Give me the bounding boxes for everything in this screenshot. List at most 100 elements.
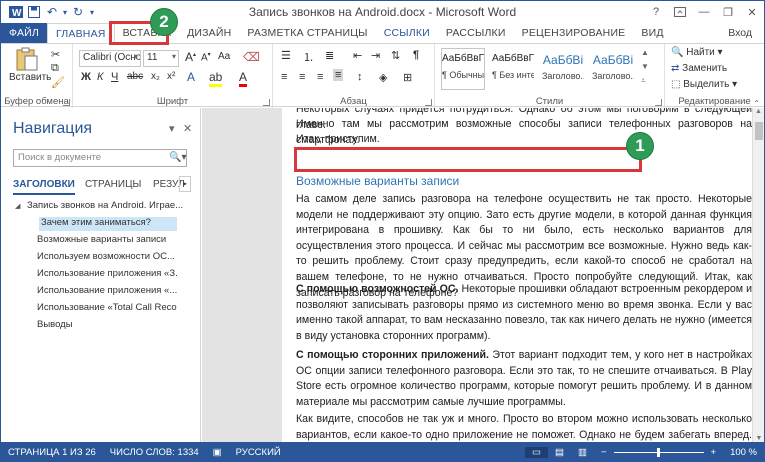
- shading-icon[interactable]: ◈: [379, 71, 387, 84]
- minimize-button[interactable]: —: [692, 1, 716, 23]
- font-name-box[interactable]: Calibri (Осно: [79, 50, 141, 67]
- align-center-icon[interactable]: ≡: [299, 71, 305, 83]
- tab-design[interactable]: ДИЗАЙН: [179, 23, 239, 43]
- sort-icon[interactable]: ⇅: [391, 49, 400, 62]
- tab-review[interactable]: РЕЦЕНЗИРОВАНИЕ: [514, 23, 634, 43]
- clipboard-group-label: Буфер обмена: [4, 96, 69, 107]
- paste-button[interactable]: Вставить: [9, 46, 51, 86]
- grow-font-button[interactable]: A▴: [185, 50, 196, 64]
- multilevel-list-icon[interactable]: ≣: [325, 49, 334, 62]
- shrink-font-button[interactable]: A▾: [201, 51, 211, 63]
- subscript-icon[interactable]: x₂: [151, 71, 160, 82]
- restore-button[interactable]: ❐: [716, 1, 740, 23]
- tab-home[interactable]: ГЛАВНАЯ: [47, 23, 115, 44]
- nav-heading-item[interactable]: Выводы: [37, 319, 177, 333]
- clear-formatting-icon[interactable]: ⌫: [243, 50, 260, 64]
- format-painter-icon[interactable]: 🖌: [51, 76, 65, 89]
- nav-heading-item[interactable]: Использование приложения «...: [37, 285, 177, 299]
- scroll-thumb[interactable]: [755, 122, 763, 140]
- cut-icon[interactable]: ✂: [51, 48, 60, 61]
- highlight-icon[interactable]: ab: [209, 70, 223, 87]
- numbering-icon[interactable]: ⒈: [303, 49, 314, 65]
- print-layout-icon[interactable]: ▤: [548, 447, 571, 458]
- italic-button[interactable]: К: [97, 71, 103, 83]
- strikethrough-icon[interactable]: abc: [127, 71, 143, 82]
- align-left-icon[interactable]: ≡: [281, 71, 287, 83]
- tab-references[interactable]: ССЫЛКИ: [376, 23, 438, 43]
- zoom-thumb[interactable]: [656, 447, 660, 457]
- increase-indent-icon[interactable]: ⇥: [371, 49, 380, 62]
- clipboard-launcher-icon[interactable]: [63, 99, 70, 106]
- styles-scroll-down-icon[interactable]: ▼: [641, 62, 649, 71]
- tab-view[interactable]: ВИД: [633, 23, 671, 43]
- collapse-arrow-icon[interactable]: ◢: [15, 202, 20, 210]
- align-right-icon[interactable]: ≡: [317, 71, 323, 83]
- tab-mailings[interactable]: РАССЫЛКИ: [438, 23, 514, 43]
- redo-icon[interactable]: ↻: [69, 3, 87, 21]
- underline-button[interactable]: Ч: [111, 71, 118, 83]
- change-case-button[interactable]: Aa: [218, 51, 230, 62]
- page-count[interactable]: СТРАНИЦА 1 ИЗ 26: [1, 447, 103, 458]
- web-layout-icon[interactable]: ▥: [571, 447, 594, 458]
- bullets-icon[interactable]: ☰: [281, 49, 291, 62]
- nav-heading-item[interactable]: Возможные варианты записи: [37, 234, 177, 248]
- ribbon-display-options-icon[interactable]: [668, 1, 692, 23]
- save-icon[interactable]: [25, 3, 43, 21]
- customize-qat-icon[interactable]: ▾: [87, 3, 97, 21]
- decrease-indent-icon[interactable]: ⇤: [353, 49, 362, 62]
- text-effects-icon[interactable]: A: [187, 70, 195, 84]
- scroll-down-icon[interactable]: ▼: [753, 435, 764, 442]
- paragraph-launcher-icon[interactable]: [425, 99, 432, 106]
- tab-file[interactable]: ФАЙЛ: [1, 23, 47, 43]
- font-color-button[interactable]: A: [239, 70, 248, 87]
- superscript-icon[interactable]: x²: [167, 71, 175, 82]
- style-normal[interactable]: АаБбВвГг, ¶ Обычный: [441, 48, 485, 90]
- copy-icon[interactable]: ⧉: [51, 62, 59, 75]
- nav-tabs-scroll-icon[interactable]: ▸: [179, 176, 191, 192]
- nav-heading-item[interactable]: Запись звонков на Android. Играе...: [27, 200, 187, 214]
- close-button[interactable]: ✕: [740, 1, 764, 23]
- zoom-in-icon[interactable]: +: [704, 447, 724, 458]
- language[interactable]: РУССКИЙ: [229, 447, 288, 458]
- nav-heading-item[interactable]: Использование «Total Call Reco...: [37, 302, 177, 316]
- style-heading-2[interactable]: АаБбВі Заголово...: [591, 48, 635, 90]
- help-button[interactable]: ?: [644, 1, 668, 23]
- nav-tab-headings[interactable]: ЗАГОЛОВКИ: [13, 179, 75, 195]
- nav-close-icon[interactable]: ✕: [183, 122, 192, 135]
- nav-search-icon[interactable]: 🔍▾: [169, 152, 186, 163]
- select-button[interactable]: ⬚ Выделить ▾: [671, 79, 737, 90]
- zoom-out-icon[interactable]: −: [594, 447, 614, 458]
- scroll-up-icon[interactable]: ▲: [753, 108, 764, 115]
- nav-search-input[interactable]: Поиск в документе: [13, 149, 187, 167]
- line-spacing-icon[interactable]: ↕: [357, 71, 363, 83]
- justify-icon[interactable]: ≡: [333, 69, 344, 81]
- style-no-spacing[interactable]: АаБбВвГг, ¶ Без инте...: [491, 48, 535, 90]
- borders-icon[interactable]: ⊞: [403, 71, 412, 84]
- nav-options-icon[interactable]: ▾: [169, 122, 175, 135]
- replace-button[interactable]: ⇄ Заменить: [671, 63, 727, 74]
- vertical-scrollbar[interactable]: ▲ ▼: [752, 108, 764, 442]
- show-marks-icon[interactable]: ¶: [413, 49, 419, 61]
- styles-launcher-icon[interactable]: [655, 99, 662, 106]
- tab-page-layout[interactable]: РАЗМЕТКА СТРАНИЦЫ: [239, 23, 375, 43]
- styles-more-icon[interactable]: ⩡: [641, 76, 646, 86]
- undo-icon[interactable]: ↶: [43, 3, 61, 21]
- nav-heading-item[interactable]: Зачем этим заниматься?: [39, 217, 177, 231]
- style-heading-1[interactable]: АаБбВі Заголово...: [541, 48, 585, 90]
- proofing-icon[interactable]: ▣: [206, 447, 229, 458]
- word-count[interactable]: ЧИСЛО СЛОВ: 1334: [103, 447, 206, 458]
- read-mode-icon[interactable]: ▭: [524, 446, 548, 458]
- nav-heading-item[interactable]: Использование приложения «З...: [37, 268, 177, 282]
- collapse-ribbon-icon[interactable]: ⌃: [753, 99, 760, 108]
- styles-scroll-up-icon[interactable]: ▲: [641, 48, 649, 57]
- find-button[interactable]: 🔍 Найти ▾: [671, 47, 723, 58]
- undo-dropdown-icon[interactable]: ▾: [61, 3, 69, 21]
- nav-tab-pages[interactable]: СТРАНИЦЫ: [85, 179, 141, 190]
- nav-heading-item[interactable]: Используем возможности ОС...: [37, 251, 177, 265]
- sign-in-link[interactable]: Вход: [728, 23, 764, 43]
- zoom-slider[interactable]: [613, 447, 704, 457]
- zoom-level[interactable]: 100 %: [723, 447, 764, 458]
- bold-button[interactable]: Ж: [81, 71, 91, 83]
- font-launcher-icon[interactable]: [263, 99, 270, 106]
- font-size-box[interactable]: 11: [143, 50, 179, 67]
